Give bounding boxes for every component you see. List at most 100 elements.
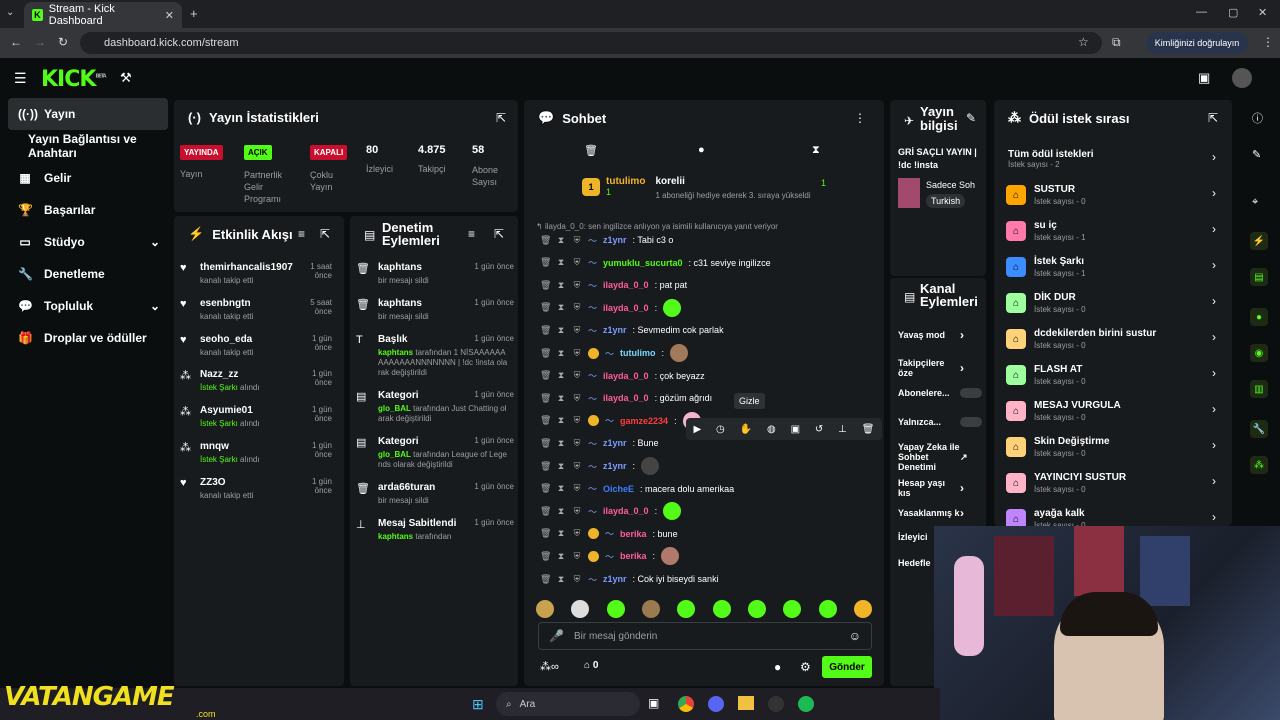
reward-item[interactable]: ⌂ su iç İstek sayısı - 1 ›: [1006, 214, 1226, 248]
hourglass-icon[interactable]: ⧗: [812, 144, 820, 157]
trash-icon[interactable]: 🗑: [540, 235, 551, 246]
shield-icon[interactable]: ⛨: [572, 528, 582, 539]
chat-message[interactable]: 🗑 ⧗ ⛨ 〜 ilayda_0_0: pat pat: [540, 275, 880, 295]
hourglass-icon[interactable]: ⧗: [556, 348, 566, 359]
reward-item[interactable]: ⌂ MESAJ VURGULA İstek sayısı - 0 ›: [1006, 394, 1226, 428]
sidebar-item-droplar[interactable]: 🎁 Droplar ve ödüller: [8, 322, 168, 354]
microphone-icon[interactable]: 🎤: [549, 629, 564, 643]
toggle-switch[interactable]: [960, 388, 982, 398]
back-icon[interactable]: ←: [10, 35, 22, 49]
shield-icon[interactable]: ⛨: [572, 235, 582, 246]
browser-menu-icon[interactable]: ⋮: [1262, 35, 1274, 49]
channel-action-item[interactable]: Hesap yaşı kıs ›: [898, 478, 984, 498]
channel-action-item[interactable]: Abonelere...: [898, 388, 984, 398]
chat-message[interactable]: 🗑 ⧗ ⛨ 〜 berika:: [540, 546, 880, 566]
popout-icon[interactable]: ⇱: [1208, 111, 1218, 125]
toggle-switch[interactable]: [960, 417, 982, 427]
tools-icon[interactable]: ⚒: [120, 70, 132, 86]
shield-icon[interactable]: ⛨: [572, 551, 582, 562]
copy-icon[interactable]: ▣: [791, 424, 800, 435]
chat-username[interactable]: z1ynr: [603, 438, 627, 448]
reward-item[interactable]: ⌂ SUSTUR İstek sayısı - 0 ›: [1006, 178, 1226, 212]
forward-icon[interactable]: →: [34, 35, 46, 49]
emote-icon[interactable]: [783, 600, 802, 618]
hourglass-icon[interactable]: ⧗: [556, 370, 566, 381]
document-icon[interactable]: ▤: [1250, 268, 1268, 286]
hourglass-icon[interactable]: ⧗: [556, 257, 566, 268]
chat-username[interactable]: OicheE: [603, 484, 634, 494]
hamburger-menu-icon[interactable]: ☰: [14, 70, 27, 87]
avatar[interactable]: [1232, 68, 1252, 88]
chat-username[interactable]: ilayda_0_0: [603, 393, 649, 403]
chat-username[interactable]: yumuklu_sucurta0: [603, 258, 683, 268]
chat-message[interactable]: 🗑 ⧗ ⛨ 〜 ilayda_0_0:: [540, 298, 880, 318]
play-icon[interactable]: ▶: [693, 424, 701, 435]
chat-username[interactable]: ilayda_0_0: [603, 506, 649, 516]
emote-icon[interactable]: [712, 600, 731, 618]
chat-username[interactable]: berika: [620, 529, 647, 539]
sidebar-item-gelir[interactable]: ▦ Gelir: [8, 162, 168, 194]
chat-message[interactable]: 🗑 ⧗ ⛨ 〜 ilayda_0_0: gözüm ağrıdı: [540, 388, 880, 408]
focus-icon[interactable]: ⌖: [1252, 196, 1258, 209]
chat-menu-icon[interactable]: ⋮: [854, 111, 866, 125]
discord-icon[interactable]: [708, 696, 724, 712]
timeout-icon[interactable]: ◷: [716, 424, 725, 435]
reward-item[interactable]: ⌂ DİK DUR İstek sayısı - 0 ›: [1006, 286, 1226, 320]
browser-tab[interactable]: K Stream - Kick Dashboard ✕: [24, 2, 182, 28]
shield-icon[interactable]: ⛨: [572, 461, 582, 472]
shield-icon[interactable]: ⛨: [572, 370, 582, 381]
shield-icon[interactable]: ⛨: [572, 325, 582, 336]
trash-icon[interactable]: 🗑: [540, 438, 551, 449]
hourglass-icon[interactable]: ⧗: [556, 461, 566, 472]
pin-icon[interactable]: ⊥: [838, 424, 847, 435]
channel-action-item[interactable]: Yavaş mod ›: [898, 328, 984, 342]
delete-icon[interactable]: 🗑: [862, 424, 875, 435]
bookmark-star-icon[interactable]: ☆: [1078, 35, 1089, 49]
sidebar-item-yayin[interactable]: ((·)) Yayın: [8, 98, 168, 130]
emote-icon[interactable]: [747, 600, 766, 618]
chat-message[interactable]: 🗑 ⧗ ⛨ 〜 z1ynr: Cok iyi biseydi sanki: [540, 569, 880, 589]
hourglass-icon[interactable]: ⧗: [556, 551, 566, 562]
reload-icon[interactable]: ↻: [58, 35, 68, 49]
all-rewards-item[interactable]: Tüm ödül istekleri İstek sayısı - 2 ›: [1006, 142, 1226, 176]
trash-icon[interactable]: 🗑: [584, 144, 598, 157]
trash-icon[interactable]: 🗑: [540, 528, 551, 539]
trash-icon[interactable]: 🗑: [540, 461, 551, 472]
shield-icon[interactable]: ⛨: [572, 415, 582, 426]
trash-icon[interactable]: 🗑: [540, 506, 551, 517]
chat-username[interactable]: gamze2234: [620, 416, 668, 426]
channel-action-item[interactable]: Yasaklanmış k ›: [898, 506, 984, 520]
hourglass-icon[interactable]: ⧗: [556, 574, 566, 585]
trash-icon[interactable]: 🗑: [540, 325, 551, 336]
hourglass-icon[interactable]: ⧗: [556, 302, 566, 313]
app-icon[interactable]: [768, 696, 784, 712]
popout-icon[interactable]: ⇱: [320, 227, 330, 241]
channel-action-item[interactable]: Takipçilere öze ›: [898, 358, 984, 378]
taskbar-search[interactable]: ⌕ Ara: [496, 692, 640, 716]
emote-icon[interactable]: [536, 600, 554, 618]
chat-input[interactable]: 🎤 Bir mesaj gönderin ☺: [538, 622, 872, 650]
chat-username[interactable]: ilayda_0_0: [603, 280, 649, 290]
shield-icon[interactable]: ⛨: [572, 257, 582, 268]
reward-item[interactable]: ⌂ dcdekilerden birini sustur İstek sayısı …: [1006, 322, 1226, 356]
edit-icon[interactable]: ✎: [966, 111, 976, 125]
hourglass-icon[interactable]: ⧗: [556, 235, 566, 246]
shield-icon[interactable]: ⛨: [572, 393, 582, 404]
trash-icon[interactable]: 🗑: [540, 551, 551, 562]
channel-action-item[interactable]: Yalnızca...: [898, 417, 984, 427]
reward-icon[interactable]: ⁂: [1250, 456, 1268, 474]
trash-icon[interactable]: 🗑: [540, 302, 551, 313]
new-tab-icon[interactable]: +: [190, 6, 198, 21]
kick-logo[interactable]: KICKBETA: [41, 67, 107, 92]
emote-icon[interactable]: [571, 600, 590, 618]
hourglass-icon[interactable]: ⧗: [556, 483, 566, 494]
hourglass-icon[interactable]: ⧗: [556, 325, 566, 336]
trash-icon[interactable]: 🗑: [540, 483, 551, 494]
shield-icon[interactable]: ⛨: [572, 348, 582, 359]
wrench-icon[interactable]: 🔧: [1250, 420, 1268, 438]
undo-icon[interactable]: ↺: [815, 424, 823, 435]
verify-identity-button[interactable]: Kimliğinizi doğrulayın: [1146, 32, 1248, 54]
shield-icon[interactable]: ⛨: [572, 280, 582, 291]
hourglass-icon[interactable]: ⧗: [556, 393, 566, 404]
sidebar-item-denetleme[interactable]: 🔧 Denetleme: [8, 258, 168, 290]
